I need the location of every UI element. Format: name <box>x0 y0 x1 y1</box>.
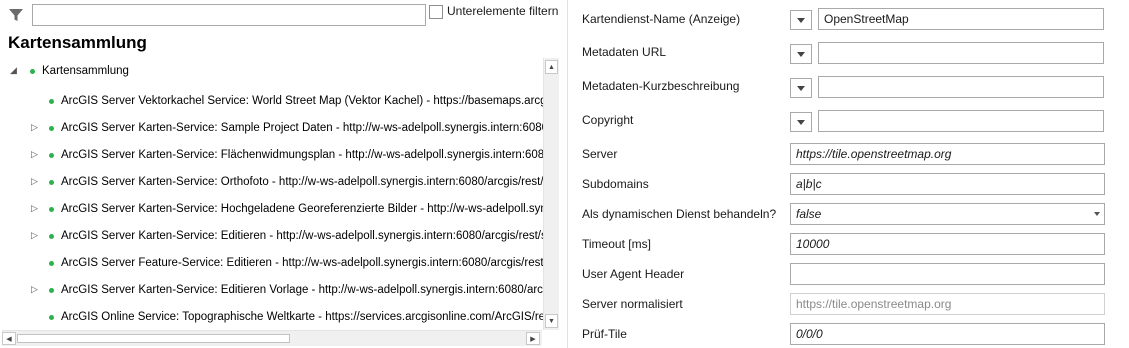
status-dot-icon <box>49 234 54 239</box>
horizontal-scrollbar[interactable]: ◀ ▶ <box>2 330 542 346</box>
filter-bar: Unterelemente filtern <box>6 4 566 26</box>
expand-triangle-icon[interactable]: ▷ <box>31 230 38 241</box>
status-dot-icon <box>49 180 54 185</box>
expand-triangle-icon[interactable]: ▷ <box>31 284 38 295</box>
properties-panel: Kartendienst-Name (Anzeige) OpenStreetMa… <box>567 0 1129 348</box>
status-dot-icon <box>49 261 54 266</box>
prop-label-timeout: Timeout [ms] <box>582 237 651 251</box>
subdomains-field[interactable]: a|b|c <box>790 173 1105 195</box>
tree-node-label: ArcGIS Server Karten-Service: Editieren … <box>61 230 543 242</box>
filter-children-checkbox[interactable] <box>429 5 443 19</box>
filter-funnel-icon[interactable] <box>8 7 24 23</box>
chevron-down-icon <box>1094 212 1100 216</box>
scroll-right-icon[interactable]: ▶ <box>526 332 540 345</box>
expand-triangle-icon[interactable]: ▷ <box>31 176 38 187</box>
tree-root-label: Kartensammlung <box>42 65 129 77</box>
panel-title: Kartensammlung <box>8 33 147 52</box>
tree-node-label: ArcGIS Server Vektorkachel Service: Worl… <box>61 95 543 107</box>
status-dot-icon <box>30 69 35 74</box>
collection-panel: Unterelemente filtern Kartensammlung ◢ K… <box>0 0 566 348</box>
tree-node-label: ArcGIS Server Karten-Service: Flächenwid… <box>61 149 543 161</box>
dynamic-service-value: false <box>796 207 822 221</box>
filter-input[interactable] <box>32 4 426 26</box>
server-field[interactable]: https://tile.openstreetmap.org <box>790 143 1105 165</box>
name-field[interactable]: OpenStreetMap <box>818 8 1104 30</box>
status-dot-icon <box>49 288 54 293</box>
tree-node-label: ArcGIS Server Karten-Service: Sample Pro… <box>61 122 543 134</box>
expand-triangle-icon[interactable]: ▷ <box>31 149 38 160</box>
status-dot-icon <box>49 99 54 104</box>
tree-node[interactable]: ArcGIS Online Service: Topographische We… <box>0 309 543 329</box>
tree-node[interactable]: ▷ ArcGIS Server Karten-Service: Editiere… <box>0 282 543 302</box>
prop-label-dynamic: Als dynamischen Dienst behandeln? <box>582 207 777 221</box>
tree-node[interactable]: ▷ ArcGIS Server Karten-Service: Orthofot… <box>0 174 543 194</box>
prop-label-test-tile: Prüf-Tile <box>582 327 627 341</box>
prop-label-name: Kartendienst-Name (Anzeige) <box>582 12 741 26</box>
map-collection-tree: ◢ Kartensammlung ArcGIS Server Vektorkac… <box>0 58 543 330</box>
tree-node[interactable]: ▷ ArcGIS Server Karten-Service: Flächenw… <box>0 147 543 167</box>
prop-label-server: Server <box>582 147 618 161</box>
user-agent-field[interactable] <box>790 263 1105 285</box>
tree-node[interactable]: ▷ ArcGIS Server Karten-Service: Sample P… <box>0 120 543 140</box>
filter-children-label: Unterelemente filtern <box>447 4 559 18</box>
collapse-triangle-icon[interactable]: ◢ <box>10 65 17 76</box>
copyright-field[interactable] <box>818 110 1104 132</box>
prop-label-copyright: Copyright <box>582 113 634 127</box>
horizontal-scroll-thumb[interactable] <box>17 334 290 343</box>
status-dot-icon <box>49 126 54 131</box>
tree-node-label: ArcGIS Server Karten-Service: Orthofoto … <box>61 176 543 188</box>
tree-node-label: ArcGIS Online Service: Topographische We… <box>61 311 543 323</box>
tree-node-label: ArcGIS Server Karten-Service: Editieren … <box>61 284 543 296</box>
tree-node-label: ArcGIS Server Feature-Service: Editieren… <box>61 257 543 269</box>
tree-node[interactable]: ArcGIS Server Feature-Service: Editieren… <box>0 255 543 275</box>
timeout-field[interactable]: 10000 <box>790 233 1105 255</box>
prop-label-metadata-desc: Metadaten-Kurzbeschreibung <box>582 79 740 93</box>
tree-root-node[interactable]: ◢ Kartensammlung <box>0 63 543 83</box>
prop-label-subdomains: Subdomains <box>582 177 649 191</box>
tree-node[interactable]: ▷ ArcGIS Server Karten-Service: Hochgela… <box>0 201 543 221</box>
dynamic-service-select[interactable]: false <box>790 203 1105 225</box>
prop-label-user-agent: User Agent Header <box>582 267 685 281</box>
prop-label-metadata-url: Metadaten URL <box>582 45 667 59</box>
metadata-desc-dropdown-button[interactable] <box>790 78 812 98</box>
tree-node[interactable]: ArcGIS Server Vektorkachel Service: Worl… <box>0 93 543 113</box>
server-normalized-field: https://tile.openstreetmap.org <box>790 293 1105 315</box>
vertical-scrollbar[interactable]: ▲ ▼ <box>543 58 559 330</box>
tree-node-label: ArcGIS Server Karten-Service: Hochgelade… <box>61 203 543 215</box>
expand-triangle-icon[interactable]: ▷ <box>31 122 38 133</box>
tree-node[interactable]: ▷ ArcGIS Server Karten-Service: Editiere… <box>0 228 543 248</box>
test-tile-field[interactable]: 0/0/0 <box>790 323 1105 345</box>
scroll-up-icon[interactable]: ▲ <box>545 60 558 74</box>
status-dot-icon <box>49 315 54 320</box>
metadata-url-dropdown-button[interactable] <box>790 44 812 64</box>
scroll-left-icon[interactable]: ◀ <box>2 332 16 345</box>
prop-label-server-normalized: Server normalisiert <box>582 297 683 311</box>
status-dot-icon <box>49 207 54 212</box>
metadata-desc-field[interactable] <box>818 76 1104 98</box>
metadata-url-field[interactable] <box>818 42 1104 64</box>
name-dropdown-button[interactable] <box>790 10 812 30</box>
expand-triangle-icon[interactable]: ▷ <box>31 203 38 214</box>
status-dot-icon <box>49 153 54 158</box>
copyright-dropdown-button[interactable] <box>790 112 812 132</box>
scroll-down-icon[interactable]: ▼ <box>545 314 558 328</box>
